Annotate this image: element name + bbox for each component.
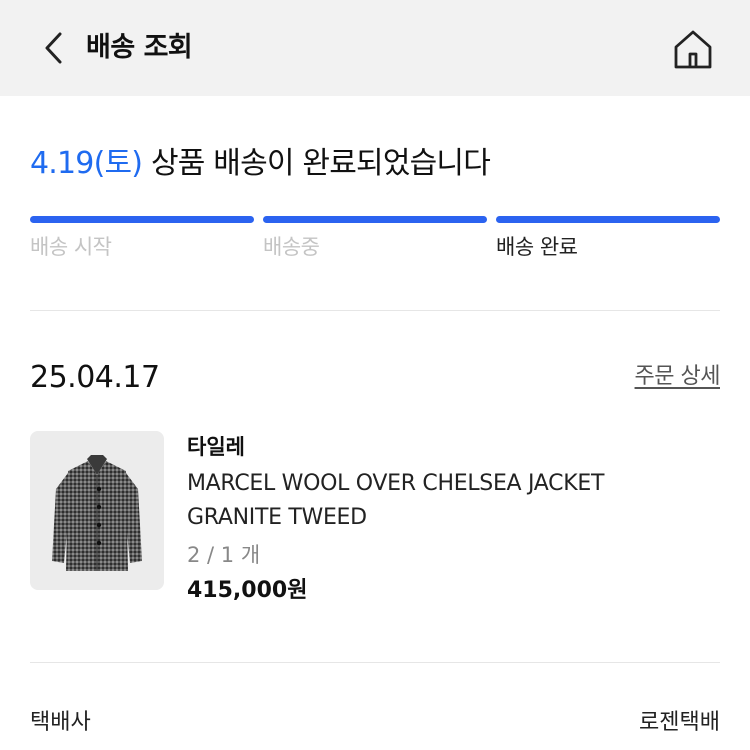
progress-bar-step-2	[263, 216, 487, 223]
product-image[interactable]	[30, 431, 164, 590]
delivery-date: 4.19(토)	[30, 146, 143, 181]
progress-bar-step-3	[496, 216, 720, 223]
order-detail-link[interactable]: 주문 상세	[635, 362, 721, 392]
product-name[interactable]: MARCEL WOOL OVER CHELSEA JACKET	[187, 469, 604, 499]
step-label-in-transit: 배송중	[263, 235, 320, 259]
carrier-name: 로젠택배	[639, 710, 720, 735]
carrier-label: 택배사	[30, 710, 91, 735]
top-bar: 배송 조회	[0, 0, 750, 96]
chevron-left-icon	[45, 32, 62, 64]
order-date: 25.04.17	[30, 360, 160, 395]
step-label-shipping-started: 배송 시작	[30, 235, 112, 259]
product-price: 415,000원	[187, 578, 308, 603]
back-button[interactable]	[34, 28, 74, 68]
delivery-status-message: 상품 배송이 완료되었습니다	[142, 146, 491, 181]
progress-bar-step-1	[30, 216, 254, 223]
home-button[interactable]	[670, 26, 716, 72]
page-title: 배송 조회	[86, 32, 193, 63]
product-brand[interactable]: 타일레	[187, 432, 245, 462]
product-option[interactable]: GRANITE TWEED	[187, 503, 367, 533]
divider	[30, 310, 720, 311]
jacket-image	[52, 455, 142, 571]
delivery-status-heading: 4.19(토) 상품 배송이 완료되었습니다	[30, 144, 491, 184]
step-label-delivered: 배송 완료	[496, 235, 578, 259]
product-quantity: 2 / 1 개	[187, 543, 261, 567]
divider	[30, 662, 720, 663]
home-icon	[674, 30, 712, 69]
